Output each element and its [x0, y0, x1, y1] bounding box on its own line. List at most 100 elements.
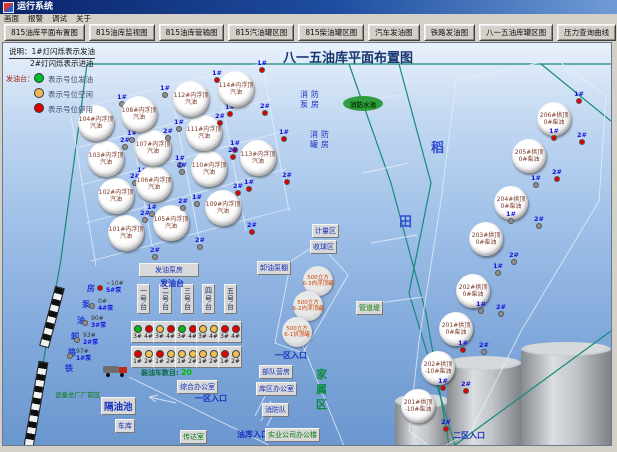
- menu-item-about[interactable]: 关于: [76, 14, 91, 23]
- tank-label: 101#内浮顶: [109, 226, 143, 233]
- tank-product: 0#柴油: [476, 239, 497, 246]
- platform-name-4: 四号台: [202, 284, 215, 314]
- tank-103[interactable]: 103#内浮顶汽油1#2#: [88, 141, 124, 177]
- indicator-bulb: [281, 136, 287, 142]
- light-label: 1#: [177, 358, 186, 365]
- tank-label: 111#内浮顶: [187, 126, 221, 133]
- tank-500m3-6-1[interactable]: 500立方6-1拱顶罐: [282, 317, 312, 347]
- tank-label: 105#内浮顶: [154, 216, 188, 223]
- indicator-2: 2#: [228, 147, 238, 160]
- truck-count-text: 装油车数目:: [141, 369, 179, 377]
- tank-label: 102#内浮顶: [99, 189, 133, 196]
- label-rice-paddy-2: 田: [399, 211, 412, 230]
- pump-bulb: [67, 353, 73, 359]
- status-light: [210, 350, 218, 358]
- tank-106[interactable]: 106#内浮顶汽油1#2#: [136, 166, 172, 202]
- indicator-bulb: [246, 186, 252, 192]
- indicator-1: 1#: [493, 263, 503, 276]
- indicator-2: 2#: [577, 132, 587, 145]
- indicator-2: 2#: [552, 169, 562, 182]
- tank-205[interactable]: 205#拱顶0#柴油1#2#: [512, 139, 546, 173]
- indicator-2: 2#: [120, 137, 130, 150]
- indicator-1: 1#: [574, 91, 584, 104]
- tank-product: 汽油: [252, 158, 264, 165]
- nav-815-plan-button[interactable]: 815油库平面布置图: [4, 24, 85, 41]
- indicator-bulb: [259, 67, 265, 73]
- legend-dot-disabled: [34, 103, 44, 113]
- photo-tank: [521, 349, 611, 446]
- indicator-bulb: [165, 135, 171, 141]
- tank-label: 103#内浮顶: [89, 152, 123, 159]
- tank-label: 6-2内浮顶罐: [293, 306, 324, 312]
- railway-track: [24, 361, 49, 446]
- status-light: [232, 350, 240, 358]
- tank-product: 0#柴油: [544, 119, 565, 126]
- platform-5-lower-lights: 1#2#: [218, 346, 242, 368]
- indicator-bulb: [443, 426, 449, 432]
- label-factory-front-area: 设备总厂厂前区: [55, 389, 101, 399]
- pump-2: 93#2#泵: [74, 333, 98, 346]
- pump-name: 1#泵: [76, 355, 91, 362]
- tank-label: 205#拱顶: [515, 149, 543, 156]
- indicator-bulb: [217, 120, 223, 126]
- legend-dot-issuing: [34, 73, 44, 83]
- nav-815-gasoline-area-button[interactable]: 815汽油罐区图: [228, 24, 294, 41]
- nav-pressure-curve-button[interactable]: 压力查询曲线: [557, 24, 616, 41]
- status-light: [178, 325, 186, 333]
- nav-truck-loading-button[interactable]: 汽车发油图: [368, 24, 420, 41]
- tank-product: 0#柴油: [501, 203, 522, 210]
- nav-815-pipeline-button[interactable]: 815油库管输图: [159, 24, 225, 41]
- app-window: { "window": { "title": "运行系统", "menu": […: [0, 0, 617, 452]
- indicator-1: 1#: [531, 175, 541, 188]
- page-title: 八一五油库平面布置图: [243, 47, 453, 66]
- tank-113[interactable]: 113#内浮顶汽油1#2#: [240, 140, 276, 176]
- indicator-bulb: [235, 190, 241, 196]
- status-light: [221, 325, 229, 333]
- tank-203[interactable]: 203#拱顶0#柴油1#2#: [469, 222, 503, 256]
- pump-bulb: [82, 320, 88, 326]
- tank-101[interactable]: 101#内浮顶汽油1#2#: [108, 215, 144, 251]
- tank-label: 201#拱顶: [442, 322, 470, 329]
- nav-815-tank-area-button[interactable]: 八一五油库罐区图: [479, 24, 553, 41]
- status-light: [145, 350, 153, 358]
- indicator-bulb: [162, 92, 168, 98]
- legend-label-idle: 表示号位空闲: [48, 89, 93, 100]
- pump-bulb: [89, 303, 95, 309]
- tank-label: 6-1拱顶罐: [284, 332, 309, 338]
- tank-product: 汽油: [217, 208, 229, 215]
- nav-815-diesel-area-button[interactable]: 815柴油罐区图: [298, 24, 364, 41]
- menu-item-alarms[interactable]: 报警: [28, 14, 43, 23]
- pump-name: 4#泵: [98, 305, 113, 312]
- nav-815-monitor-button[interactable]: 815油库监视图: [89, 24, 155, 41]
- tank-201-minus10[interactable]: 201#拱顶-10#柴油1#2#: [401, 389, 435, 423]
- indicator-2: 2#: [195, 237, 205, 250]
- legend-dot-idle: [34, 88, 44, 98]
- tank-product: 汽油: [133, 114, 145, 121]
- status-light: [134, 350, 142, 358]
- tank-110[interactable]: 110#内浮顶汽油1#2#: [191, 151, 227, 187]
- status-light: [156, 325, 164, 333]
- nav-rail-loading-button[interactable]: 铁路发油图: [424, 24, 476, 41]
- tank-112[interactable]: 112#内浮顶汽油1#2#: [173, 81, 209, 117]
- label-army-barracks: 部队营房: [259, 365, 293, 379]
- status-light: [156, 350, 164, 358]
- indicator-bulb: [194, 201, 200, 207]
- status-light: [167, 325, 175, 333]
- indicator-1: 1#: [279, 129, 289, 142]
- status-light: [167, 350, 175, 358]
- tank-label: 107#内浮顶: [136, 141, 170, 148]
- label-reception: 传达室: [180, 430, 207, 444]
- tank-108[interactable]: 108#内浮顶汽油1#2#: [121, 96, 157, 132]
- tank-product: 0#柴油: [519, 156, 540, 163]
- label-admin-office: 综合办公室: [177, 380, 218, 394]
- pump-bulb: [74, 337, 80, 343]
- status-light: [210, 325, 218, 333]
- tank-102[interactable]: 102#内浮顶汽油1#2#: [98, 178, 134, 214]
- menu-item-debug[interactable]: 调试: [52, 14, 67, 23]
- indicator-bulb: [230, 154, 236, 160]
- pump-name: 2#泵: [83, 339, 98, 346]
- menu-item-screens[interactable]: 画面: [4, 14, 19, 23]
- indicator-bulb: [576, 98, 582, 104]
- tank-114[interactable]: 114#内浮顶汽油1#2#: [218, 71, 254, 107]
- indicator-bulb: [481, 349, 487, 355]
